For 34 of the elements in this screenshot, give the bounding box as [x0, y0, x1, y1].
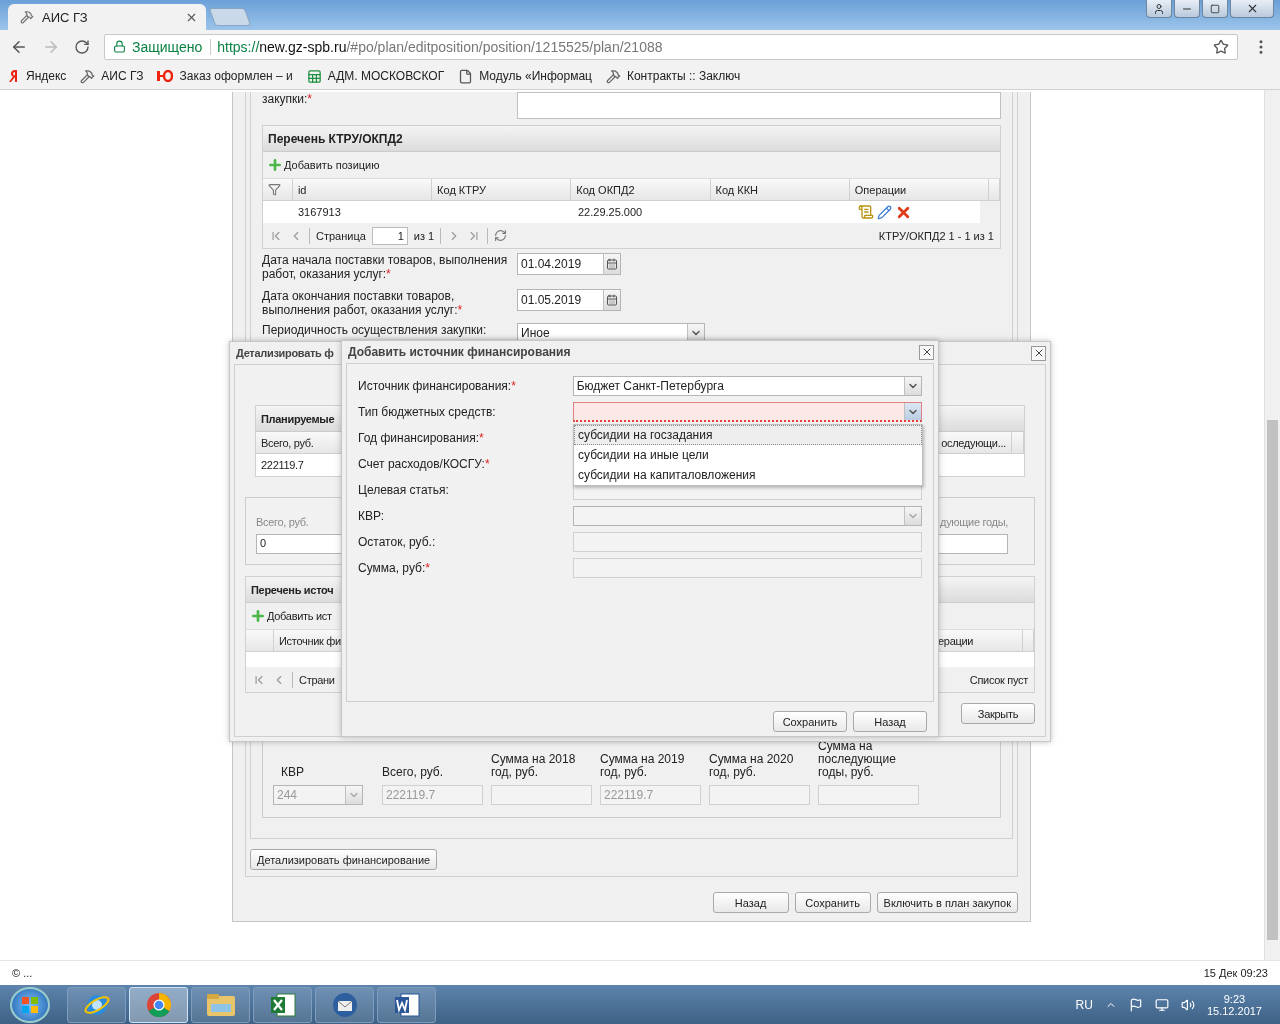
- field-label: Сумма на 2019 год, руб.: [600, 753, 686, 779]
- field-label: Сумма, руб:*: [358, 561, 431, 575]
- table-cell-text: 222119.7: [260, 458, 305, 473]
- field-label: КВР:: [358, 509, 386, 523]
- field-label: Всего, руб.: [256, 516, 309, 528]
- dialog-title: Детализировать ф: [236, 347, 334, 359]
- pager-summary: КТРУ/ОКПД2 1 - 1 из 1: [878, 229, 994, 242]
- pager-summary: Список пуст: [969, 673, 1028, 686]
- field-label: Целевая статья:: [358, 483, 450, 497]
- field-label: Сумма на 2018 год, руб.: [491, 753, 577, 779]
- field-label: Счет расходов/КОСГУ:*: [358, 457, 491, 471]
- field-label: Периодичность осуществления закупки:: [262, 323, 488, 337]
- table-cell-text: 3167913: [297, 205, 342, 220]
- field-label: Дата начала поставки товаров, выполнения работ, оказания услуг:*: [262, 253, 509, 281]
- pager-label: Страни: [299, 673, 335, 686]
- pager-label: из 1: [413, 229, 435, 242]
- status-text: © ...: [12, 967, 33, 979]
- pager-label: Страница: [316, 229, 366, 242]
- security-label: Защищено: [132, 38, 212, 55]
- field-label: Дата окончания поставки товаров, выполнения работ, оказания услуг:*: [262, 289, 464, 317]
- field-label: Всего, руб.: [382, 766, 444, 779]
- field-label: Год финансирования:*: [358, 431, 485, 445]
- url-text: https://new.gz-spb.ru/#po/plan/editposition/position/1215525/plan/21088: [217, 38, 663, 55]
- table-cell-text: 22.29.25.000: [577, 205, 644, 220]
- dialog-title: Добавить источник финансирования: [348, 345, 571, 359]
- field-label: дующие годы,: [940, 516, 1009, 528]
- field-label: Источник финансирования:*: [358, 379, 517, 393]
- status-date: 15 Дек 09:23: [1203, 967, 1268, 979]
- field-label: Сумма на последующие годы, руб.: [818, 740, 897, 779]
- field-label: Сумма на 2020 год, руб.: [709, 753, 795, 779]
- field-label: Тип бюджетных средств:: [358, 405, 497, 419]
- grid-title: Перечень КТРУ/ОКПД2: [263, 126, 1000, 152]
- field-label: КВР: [280, 766, 305, 779]
- field-label: закупки:*: [262, 92, 314, 106]
